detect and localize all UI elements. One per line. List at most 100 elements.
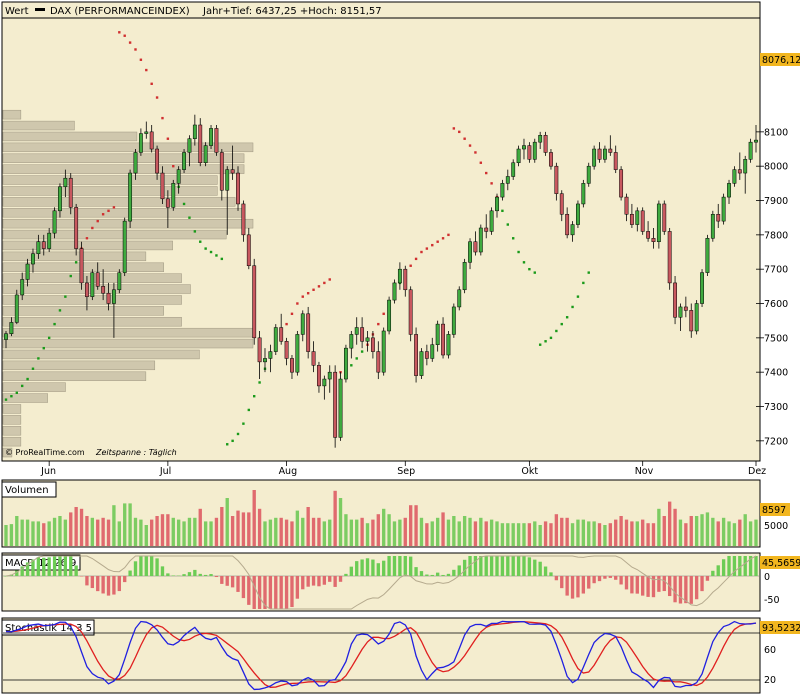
sar-dot <box>69 274 72 278</box>
candle-body <box>241 203 246 236</box>
dax-chart: Wert DAX (PERFORMANCEINDEX) Jahr+Tief: 6… <box>0 0 800 694</box>
instrument-swatch <box>35 8 45 11</box>
candle-body <box>651 238 656 242</box>
volume-bar <box>425 523 429 546</box>
macd-histogram-bar <box>344 573 348 576</box>
candle-body <box>165 198 170 208</box>
sar-dot <box>96 219 99 223</box>
volume-bar <box>257 508 262 546</box>
candle-body <box>381 330 386 373</box>
price-tick-label: 7900 <box>764 196 788 207</box>
candle-body <box>322 378 327 387</box>
volume-bar <box>446 519 451 546</box>
candle-body <box>554 165 559 194</box>
candle-body <box>392 282 397 301</box>
volume-bar <box>409 505 413 546</box>
volume-bar <box>96 519 100 546</box>
volume-bar <box>20 519 24 546</box>
volume-bar <box>241 512 246 546</box>
candle-body <box>171 183 176 208</box>
sar-dot <box>58 309 62 312</box>
sar-dot <box>360 350 364 353</box>
volume-bar <box>738 519 742 546</box>
sar-dot <box>511 237 515 240</box>
volume-bar <box>225 498 229 546</box>
volume-bar <box>495 521 499 546</box>
volume-bar <box>15 516 19 546</box>
sar-dot <box>258 381 261 384</box>
volume-bar <box>560 517 564 546</box>
candle-body <box>338 378 343 438</box>
sar-dot <box>355 357 358 360</box>
sar-dot <box>458 130 461 134</box>
credit-text: © ProRealTime.com <box>5 448 85 457</box>
macd-histogram-bar <box>133 561 138 576</box>
macd-histogram-bar <box>608 576 612 578</box>
macd-histogram-bar <box>144 556 148 576</box>
volume-bar <box>9 524 14 546</box>
sar-dot <box>64 295 67 298</box>
volume-bar <box>624 519 629 546</box>
candle-body <box>20 279 25 296</box>
volume-bar <box>123 503 127 546</box>
macd-histogram-bar <box>47 557 51 576</box>
volume-profile-bar <box>2 404 22 414</box>
volume-bar <box>187 517 192 546</box>
macd-histogram-bar <box>641 576 645 596</box>
volume-bar <box>732 523 737 546</box>
sar-dot <box>528 267 531 271</box>
macd-histogram-bar <box>355 561 359 576</box>
candle-body <box>176 169 181 184</box>
volume-bar <box>171 517 175 546</box>
candle-body <box>473 241 478 253</box>
volume-profile-bar <box>2 186 218 196</box>
volume-bar <box>144 525 148 546</box>
macd-histogram-bar <box>511 556 515 576</box>
candle-body <box>311 351 316 366</box>
volume-bar <box>468 517 472 546</box>
volume-bar <box>694 516 699 546</box>
macd-histogram-bar <box>387 556 391 576</box>
macd-histogram-bar <box>365 558 370 576</box>
macd-histogram-bar <box>166 573 170 576</box>
volume-bar <box>641 519 645 546</box>
sar-dot <box>123 34 126 37</box>
volume-bar <box>279 517 283 546</box>
price-tick-label: 7700 <box>764 265 788 276</box>
candle-body <box>219 152 224 191</box>
candle-body <box>327 371 332 380</box>
candle-body <box>290 358 294 373</box>
volume-bar <box>587 521 591 546</box>
volume-bar <box>263 521 267 546</box>
volume-bar <box>338 498 343 546</box>
candle-body <box>522 145 526 150</box>
candle-body <box>122 220 127 273</box>
macd-histogram-bar <box>570 576 575 599</box>
candle-body <box>667 231 672 284</box>
sar-dot <box>431 243 434 247</box>
candle-body <box>106 292 111 304</box>
sar-dot <box>139 58 143 61</box>
candle-body <box>79 248 84 284</box>
candle-body <box>257 337 262 363</box>
candle-body <box>90 272 95 297</box>
macd-histogram-bar <box>479 556 483 576</box>
candle-body <box>576 203 580 225</box>
macd-histogram-bar <box>284 576 289 609</box>
volume-bar <box>603 525 607 546</box>
volume-profile-bar <box>2 360 156 371</box>
volume-bar <box>176 519 181 546</box>
sar-dot <box>253 395 256 398</box>
month-label: Jun <box>40 466 56 477</box>
macd-histogram-bar <box>419 571 424 576</box>
macd-histogram-bar <box>322 576 327 585</box>
candle-body <box>532 141 537 160</box>
price-tick-label: 7600 <box>764 299 788 310</box>
volume-bar <box>247 512 251 546</box>
macd-histogram-bar <box>96 576 100 592</box>
sar-dot <box>576 295 580 298</box>
candle-body <box>41 241 46 249</box>
macd-histogram-bar <box>392 556 397 576</box>
sar-dot <box>10 395 13 398</box>
macd-histogram-bar <box>597 576 602 582</box>
